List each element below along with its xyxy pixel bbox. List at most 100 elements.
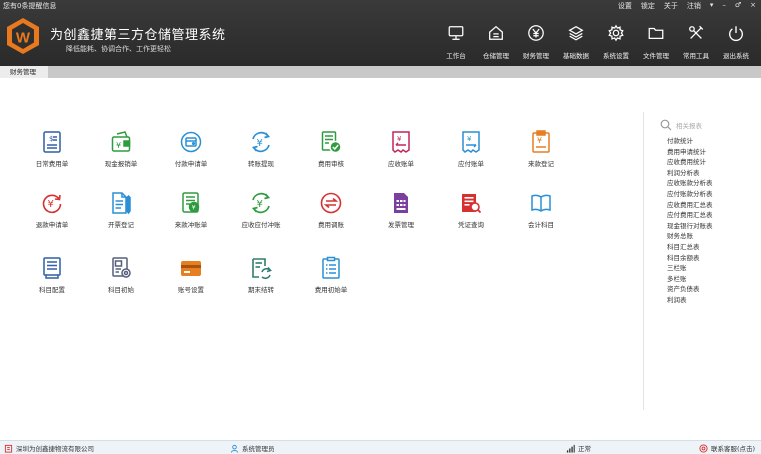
nav-basic-data[interactable]: 基础数据 [556, 24, 596, 62]
close-button[interactable]: × [750, 1, 756, 11]
nav-label: 常用工具 [683, 52, 709, 60]
user-icon [230, 444, 239, 453]
report-link[interactable]: 费用申请统计 [667, 147, 756, 158]
nav-label: 基础数据 [563, 52, 589, 60]
monitor-icon [448, 26, 464, 40]
fn-daily-expense[interactable]: $ 日常费用单 [22, 130, 82, 168]
nav-system-settings[interactable]: 系统设置 [596, 24, 636, 62]
fn-transfer-withdraw[interactable]: ¥ 转账提现 [231, 130, 291, 168]
report-link[interactable]: 三栏账 [667, 263, 756, 274]
tab-finance[interactable]: 财务管理 [0, 66, 48, 78]
maximize-button[interactable]: ♂ [735, 1, 741, 11]
report-link[interactable]: 付款统计 [667, 136, 756, 147]
fn-voucher-query[interactable]: 凭证查询 [441, 191, 501, 229]
fn-receivable-bill[interactable]: ¥ 应收账单 [371, 130, 431, 168]
fn-invoice-management[interactable]: 发票管理 [371, 191, 431, 229]
fn-label: 来款登记 [528, 160, 554, 168]
reports-list: 付款统计 费用申请统计 应收费用统计 利润分析表 应收账款分析表 应付账款分析表… [667, 136, 756, 306]
nav-label: 系统设置 [603, 52, 629, 60]
wallet-yen-icon: ¥ [111, 131, 131, 152]
about-link[interactable]: 关于 [664, 1, 678, 11]
nav-label: 退出系统 [723, 52, 749, 60]
fn-period-close[interactable]: 期末结转 [231, 256, 291, 294]
fn-label: 账号设置 [178, 286, 204, 294]
fn-label: 费用调账 [318, 221, 344, 229]
home-icon [489, 25, 503, 40]
offset-doc-icon: ¥ [182, 192, 200, 213]
svg-text:¥: ¥ [467, 135, 472, 143]
company-name: 深圳为创鑫捷物流有限公司 [16, 445, 94, 453]
nav-finance[interactable]: 财务管理 [516, 24, 556, 62]
book-icon [531, 194, 551, 212]
voucher-search-icon [462, 194, 482, 214]
svg-text:¥: ¥ [257, 199, 263, 210]
tab-strip: 财务管理 [0, 66, 761, 78]
minimize-button[interactable]: – [722, 1, 726, 11]
nav-tools[interactable]: 常用工具 [676, 24, 716, 62]
fn-cash-reimburse[interactable]: ¥ 现金报销单 [91, 130, 151, 168]
report-link[interactable]: 应收费用统计 [667, 157, 756, 168]
offset-yen-icon: ¥ [251, 192, 271, 214]
fn-label: 科目配置 [39, 286, 65, 294]
fn-income-register[interactable]: ¥ 来款登记 [511, 130, 571, 168]
bank-card-icon [181, 261, 201, 276]
status-support[interactable]: 联系客服(点击) [699, 443, 755, 453]
fn-accounting-subject[interactable]: 会计科目 [511, 191, 571, 229]
support-link[interactable]: 联系客服(点击) [711, 443, 755, 453]
fn-label: 费用审核 [318, 160, 344, 168]
report-link[interactable]: 应收账款分析表 [667, 178, 756, 189]
logout-link[interactable]: 注销 [687, 1, 701, 11]
nav-label: 工作台 [446, 52, 466, 60]
report-link[interactable]: 财务总账 [667, 231, 756, 242]
fn-account-settings[interactable]: 账号设置 [161, 256, 221, 294]
fn-expense-init[interactable]: 费用初始单 [301, 256, 361, 294]
expense-init-icon [322, 256, 340, 279]
status-connection: 正常 [566, 443, 591, 453]
lock-link[interactable]: 锁定 [641, 1, 655, 11]
nav-exit[interactable]: 退出系统 [716, 24, 756, 62]
report-link[interactable]: 利润表 [667, 295, 756, 306]
fn-label: 应付账单 [458, 160, 484, 168]
fn-expense-adjust[interactable]: 费用调账 [301, 191, 361, 229]
dropdown-arrow-icon[interactable]: ▾ [710, 1, 714, 11]
reports-search[interactable]: 相关报表 [660, 118, 756, 132]
fn-payable-bill[interactable]: ¥ 应付账单 [441, 130, 501, 168]
notification-link[interactable]: 您有0条提醒信息 [3, 1, 56, 11]
search-icon[interactable] [660, 119, 672, 131]
report-link[interactable]: 应收费用汇总表 [667, 200, 756, 211]
window-controls: 设置 锁定 关于 注销 ▾ – ♂ × [618, 1, 756, 11]
adjust-arrows-icon [320, 192, 342, 214]
fn-ar-ap-offset[interactable]: ¥ 应收应付冲账 [231, 191, 291, 229]
fn-subject-init[interactable]: 科目初始 [91, 256, 151, 294]
nav-workbench[interactable]: 工作台 [436, 24, 476, 62]
fn-income-offset[interactable]: ¥ 来款冲账单 [161, 191, 221, 229]
payment-wallet-icon [180, 131, 202, 153]
nav-file-management[interactable]: 文件管理 [636, 24, 676, 62]
report-link[interactable]: 利润分析表 [667, 168, 756, 179]
report-link[interactable]: 应付费用汇总表 [667, 210, 756, 221]
fn-subject-config[interactable]: 科目配置 [22, 256, 82, 294]
fn-label: 付款申请单 [174, 160, 208, 168]
fn-expense-audit[interactable]: 费用审核 [301, 130, 361, 168]
svg-text:¥: ¥ [257, 138, 263, 149]
report-link[interactable]: 多栏账 [667, 274, 756, 285]
nav-warehouse[interactable]: 仓储管理 [476, 24, 516, 62]
building-icon [4, 444, 13, 453]
fn-label: 应收账单 [388, 160, 414, 168]
report-link[interactable]: 科目汇总表 [667, 242, 756, 253]
gear-icon [608, 24, 624, 42]
fn-label: 开票登记 [108, 221, 134, 229]
fn-refund-request[interactable]: ¥ 退款申请单 [22, 191, 82, 229]
report-link[interactable]: 科目余额表 [667, 253, 756, 264]
settings-link[interactable]: 设置 [618, 1, 632, 11]
report-link[interactable]: 现金银行对账表 [667, 221, 756, 232]
fn-label: 发票管理 [388, 221, 414, 229]
fn-label: 会计科目 [528, 221, 554, 229]
report-link[interactable]: 应付账款分析表 [667, 189, 756, 200]
fn-payment-request[interactable]: 付款申请单 [161, 130, 221, 168]
status-user: 系统管理员 [230, 443, 275, 453]
fn-label: 来款冲账单 [174, 221, 208, 229]
fn-invoice-register[interactable]: 开票登记 [91, 191, 151, 229]
report-link[interactable]: 资产负债表 [667, 284, 756, 295]
fn-label: 转账提现 [248, 160, 274, 168]
